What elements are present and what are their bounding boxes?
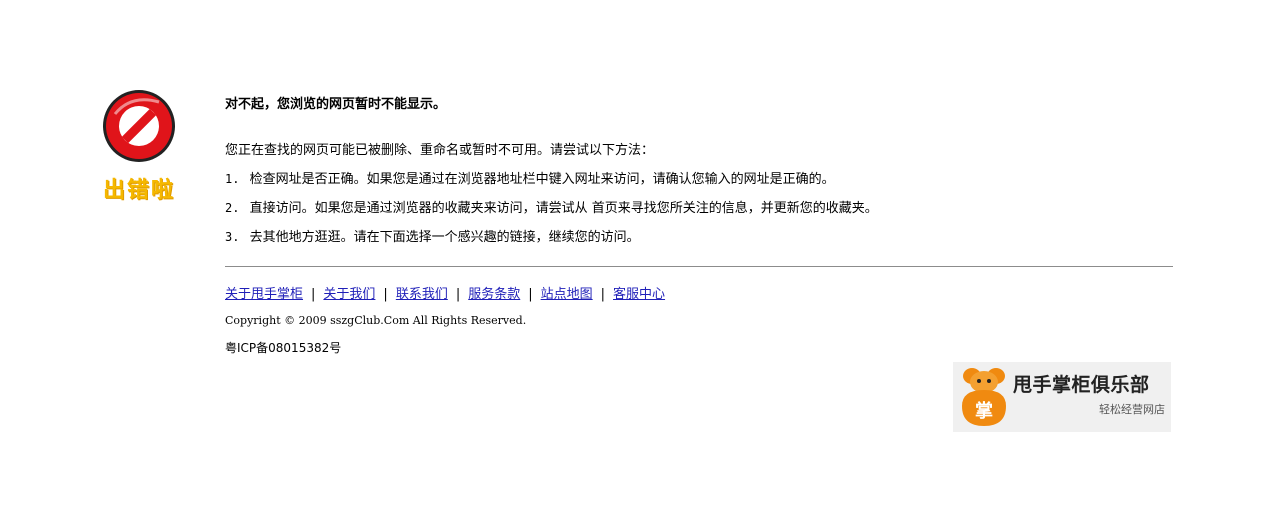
error-headline: 对不起，您浏览的网页暂时不能显示。 [225,97,447,112]
link-terms[interactable]: 服务条款 [468,287,520,302]
suggestion-number: 2. [225,201,240,215]
link-separator: | [383,287,388,302]
mascot-char: 掌 [975,400,993,422]
footer-nav: 关于甩手掌柜 | 关于我们 | 联系我们 | 服务条款 | 站点地图 | 客服中心 [225,284,1173,306]
link-contact-us[interactable]: 联系我们 [396,287,448,302]
suggestion-item: 1. 检查网址是否正确。如果您是通过在浏览器地址栏中键入网址来访问，请确认您输入… [225,168,1173,191]
brand-tagline: 轻松经营网店 [1099,403,1165,416]
error-intro: 您正在查找的网页可能已被删除、重命名或暂时不可用。请尝试以下方法： [225,143,655,158]
suggestion-item: 2. 直接访问。如果您是通过浏览器的收藏夹来访问，请尝试从 首页来寻找您所关注的… [225,197,1173,220]
error-page: 出错啦 对不起，您浏览的网页暂时不能显示。 您正在查找的网页可能已被删除、重命名… [0,0,1283,523]
link-separator: | [600,287,606,302]
link-about-us[interactable]: 关于我们 [323,287,375,302]
divider [225,266,1173,267]
error-title-badge: 出错啦 [102,178,175,203]
link-about-sszg[interactable]: 关于甩手掌柜 [225,287,303,302]
suggestion-number: 1. [225,172,240,186]
mascot-icon: 掌 [962,368,1006,426]
icp-license: 粤ICP备08015382号 [225,341,342,355]
link-sitemap[interactable]: 站点地图 [541,287,593,302]
link-separator: | [528,287,533,302]
error-badge: 出错啦 [84,88,194,204]
brand-name: 甩手掌柜俱乐部 [1013,374,1150,396]
main-content: 对不起，您浏览的网页暂时不能显示。 您正在查找的网页可能已被删除、重命名或暂时不… [225,94,1173,358]
copyright-text: Copyright © 2009 sszgClub.Com All Rights… [225,314,527,327]
suggestion-text: 去其他地方逛逛。请在下面选择一个感兴趣的链接，继续您的访问。 [249,230,640,245]
suggestion-item: 3. 去其他地方逛逛。请在下面选择一个感兴趣的链接，继续您的访问。 [225,226,1173,249]
suggestion-text: 检查网址是否正确。如果您是通过在浏览器地址栏中键入网址来访问，请确认您输入的网址… [249,172,835,187]
suggestion-text: 直接访问。如果您是通过浏览器的收藏夹来访问，请尝试从 首页来寻找您所关注的信息，… [249,201,878,216]
link-separator: | [455,287,461,302]
suggestion-number: 3. [225,230,240,244]
prohibited-icon [103,90,175,162]
brand-logo[interactable]: 掌 甩手掌柜俱乐部 轻松经营网店 [953,362,1171,432]
link-support[interactable]: 客服中心 [613,287,665,302]
link-separator: | [311,287,316,302]
